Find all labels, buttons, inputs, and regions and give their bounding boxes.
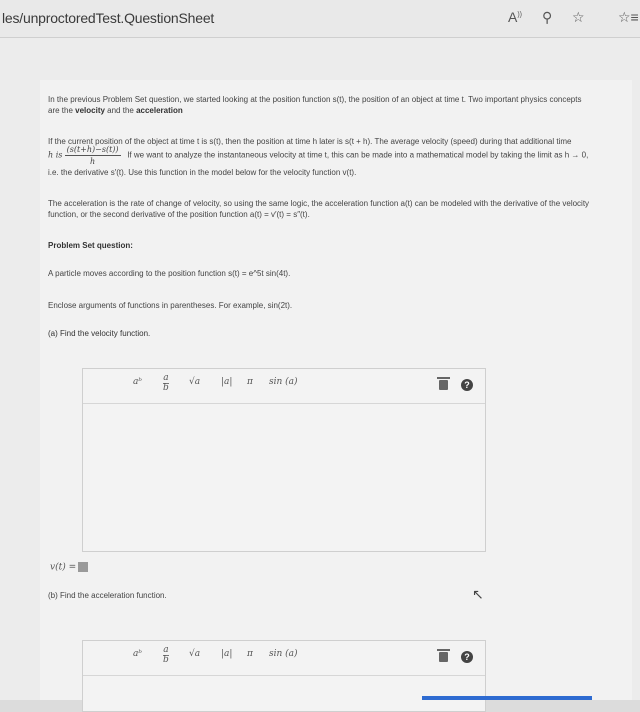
- power-button[interactable]: aᵇ: [133, 649, 142, 659]
- para3-line-1: The acceleration is the rate of change o…: [48, 199, 590, 208]
- problem-text: A particle moves according to the positi…: [48, 269, 291, 278]
- velocity-term: velocity: [75, 106, 105, 115]
- fraction-button[interactable]: a b: [163, 646, 169, 665]
- fraction-button-den: b: [163, 383, 169, 393]
- problem-heading: Problem Set question:: [48, 241, 133, 250]
- quotient-numerator: (s(t+h)−s(t)): [64, 145, 121, 156]
- velocity-answer-label: v(t) =: [50, 562, 77, 573]
- para2-line-2: If we want to analyze the instantaneous …: [127, 150, 589, 160]
- instructions-text: Enclose arguments of functions in parent…: [48, 301, 293, 310]
- abs-button[interactable]: |a|: [221, 649, 232, 659]
- favorite-icon[interactable]: ☆: [572, 9, 585, 26]
- intro-line-2-prefix: are the: [48, 106, 76, 115]
- pi-button[interactable]: π: [247, 377, 253, 387]
- average-velocity-line: h is (s(t+h)−s(t)) h If we want to analy…: [48, 144, 618, 178]
- acceleration-paragraph: The acceleration is the rate of change o…: [48, 198, 618, 220]
- answer-editor-a: aᵇ a b √a |a| π sin (a) ?: [82, 368, 486, 552]
- acceleration-term: acceleration: [136, 106, 183, 115]
- velocity-answer-line: v(t) =: [50, 562, 89, 573]
- h-is-text: h is: [48, 150, 63, 160]
- search-icon[interactable]: ⚲: [542, 9, 552, 26]
- intro-paragraph: In the previous Problem Set question, we…: [48, 94, 618, 116]
- help-icon[interactable]: ?: [461, 379, 473, 391]
- part-b-label: (b) Find the acceleration function.: [48, 591, 167, 600]
- question-panel: In the previous Problem Set question, we…: [40, 80, 632, 712]
- difference-quotient: (s(t+h)−s(t)) h: [64, 144, 121, 167]
- intro-line-1: In the previous Problem Set question, we…: [48, 95, 582, 104]
- intro-and: and the: [104, 106, 137, 115]
- abs-button[interactable]: |a|: [221, 377, 232, 387]
- read-aloud-icon[interactable]: A)): [508, 9, 522, 25]
- power-button[interactable]: aᵇ: [133, 377, 142, 387]
- sqrt-button[interactable]: √a: [189, 649, 200, 659]
- mouse-cursor-icon: ↖: [472, 586, 484, 602]
- pi-button[interactable]: π: [247, 649, 253, 659]
- math-toolbar-a: aᵇ a b √a |a| π sin (a) ?: [83, 369, 485, 404]
- favorites-bar-icon[interactable]: ☆≡: [618, 9, 639, 26]
- answer-editor-b: aᵇ a b √a |a| π sin (a) ?: [82, 640, 486, 712]
- submit-button-edge[interactable]: [422, 696, 592, 700]
- browser-toolbar: les/unproctoredTest.QuestionSheet A)) ⚲ …: [0, 0, 640, 38]
- trash-icon[interactable]: [437, 377, 450, 390]
- part-a-label: (a) Find the velocity function.: [48, 329, 151, 338]
- answer-preview-icon[interactable]: [78, 562, 89, 572]
- answer-input-a[interactable]: [83, 404, 485, 551]
- para3-line-2: function, or the second derivative of th…: [48, 210, 310, 219]
- sqrt-button[interactable]: √a: [189, 377, 200, 387]
- trash-icon[interactable]: [437, 649, 450, 662]
- math-toolbar-b: aᵇ a b √a |a| π sin (a) ?: [83, 641, 485, 676]
- help-icon[interactable]: ?: [461, 651, 473, 663]
- sin-button[interactable]: sin (a): [269, 649, 298, 659]
- fraction-button-den: b: [163, 655, 169, 665]
- answer-input-b[interactable]: [83, 676, 485, 711]
- fraction-button[interactable]: a b: [163, 374, 169, 393]
- quotient-denominator: h: [89, 157, 96, 166]
- sin-button[interactable]: sin (a): [269, 377, 298, 387]
- address-bar-text[interactable]: les/unproctoredTest.QuestionSheet: [2, 10, 214, 26]
- page-background: In the previous Problem Set question, we…: [0, 38, 640, 712]
- para2-line-3: i.e. the derivative s′(t). Use this func…: [48, 168, 357, 177]
